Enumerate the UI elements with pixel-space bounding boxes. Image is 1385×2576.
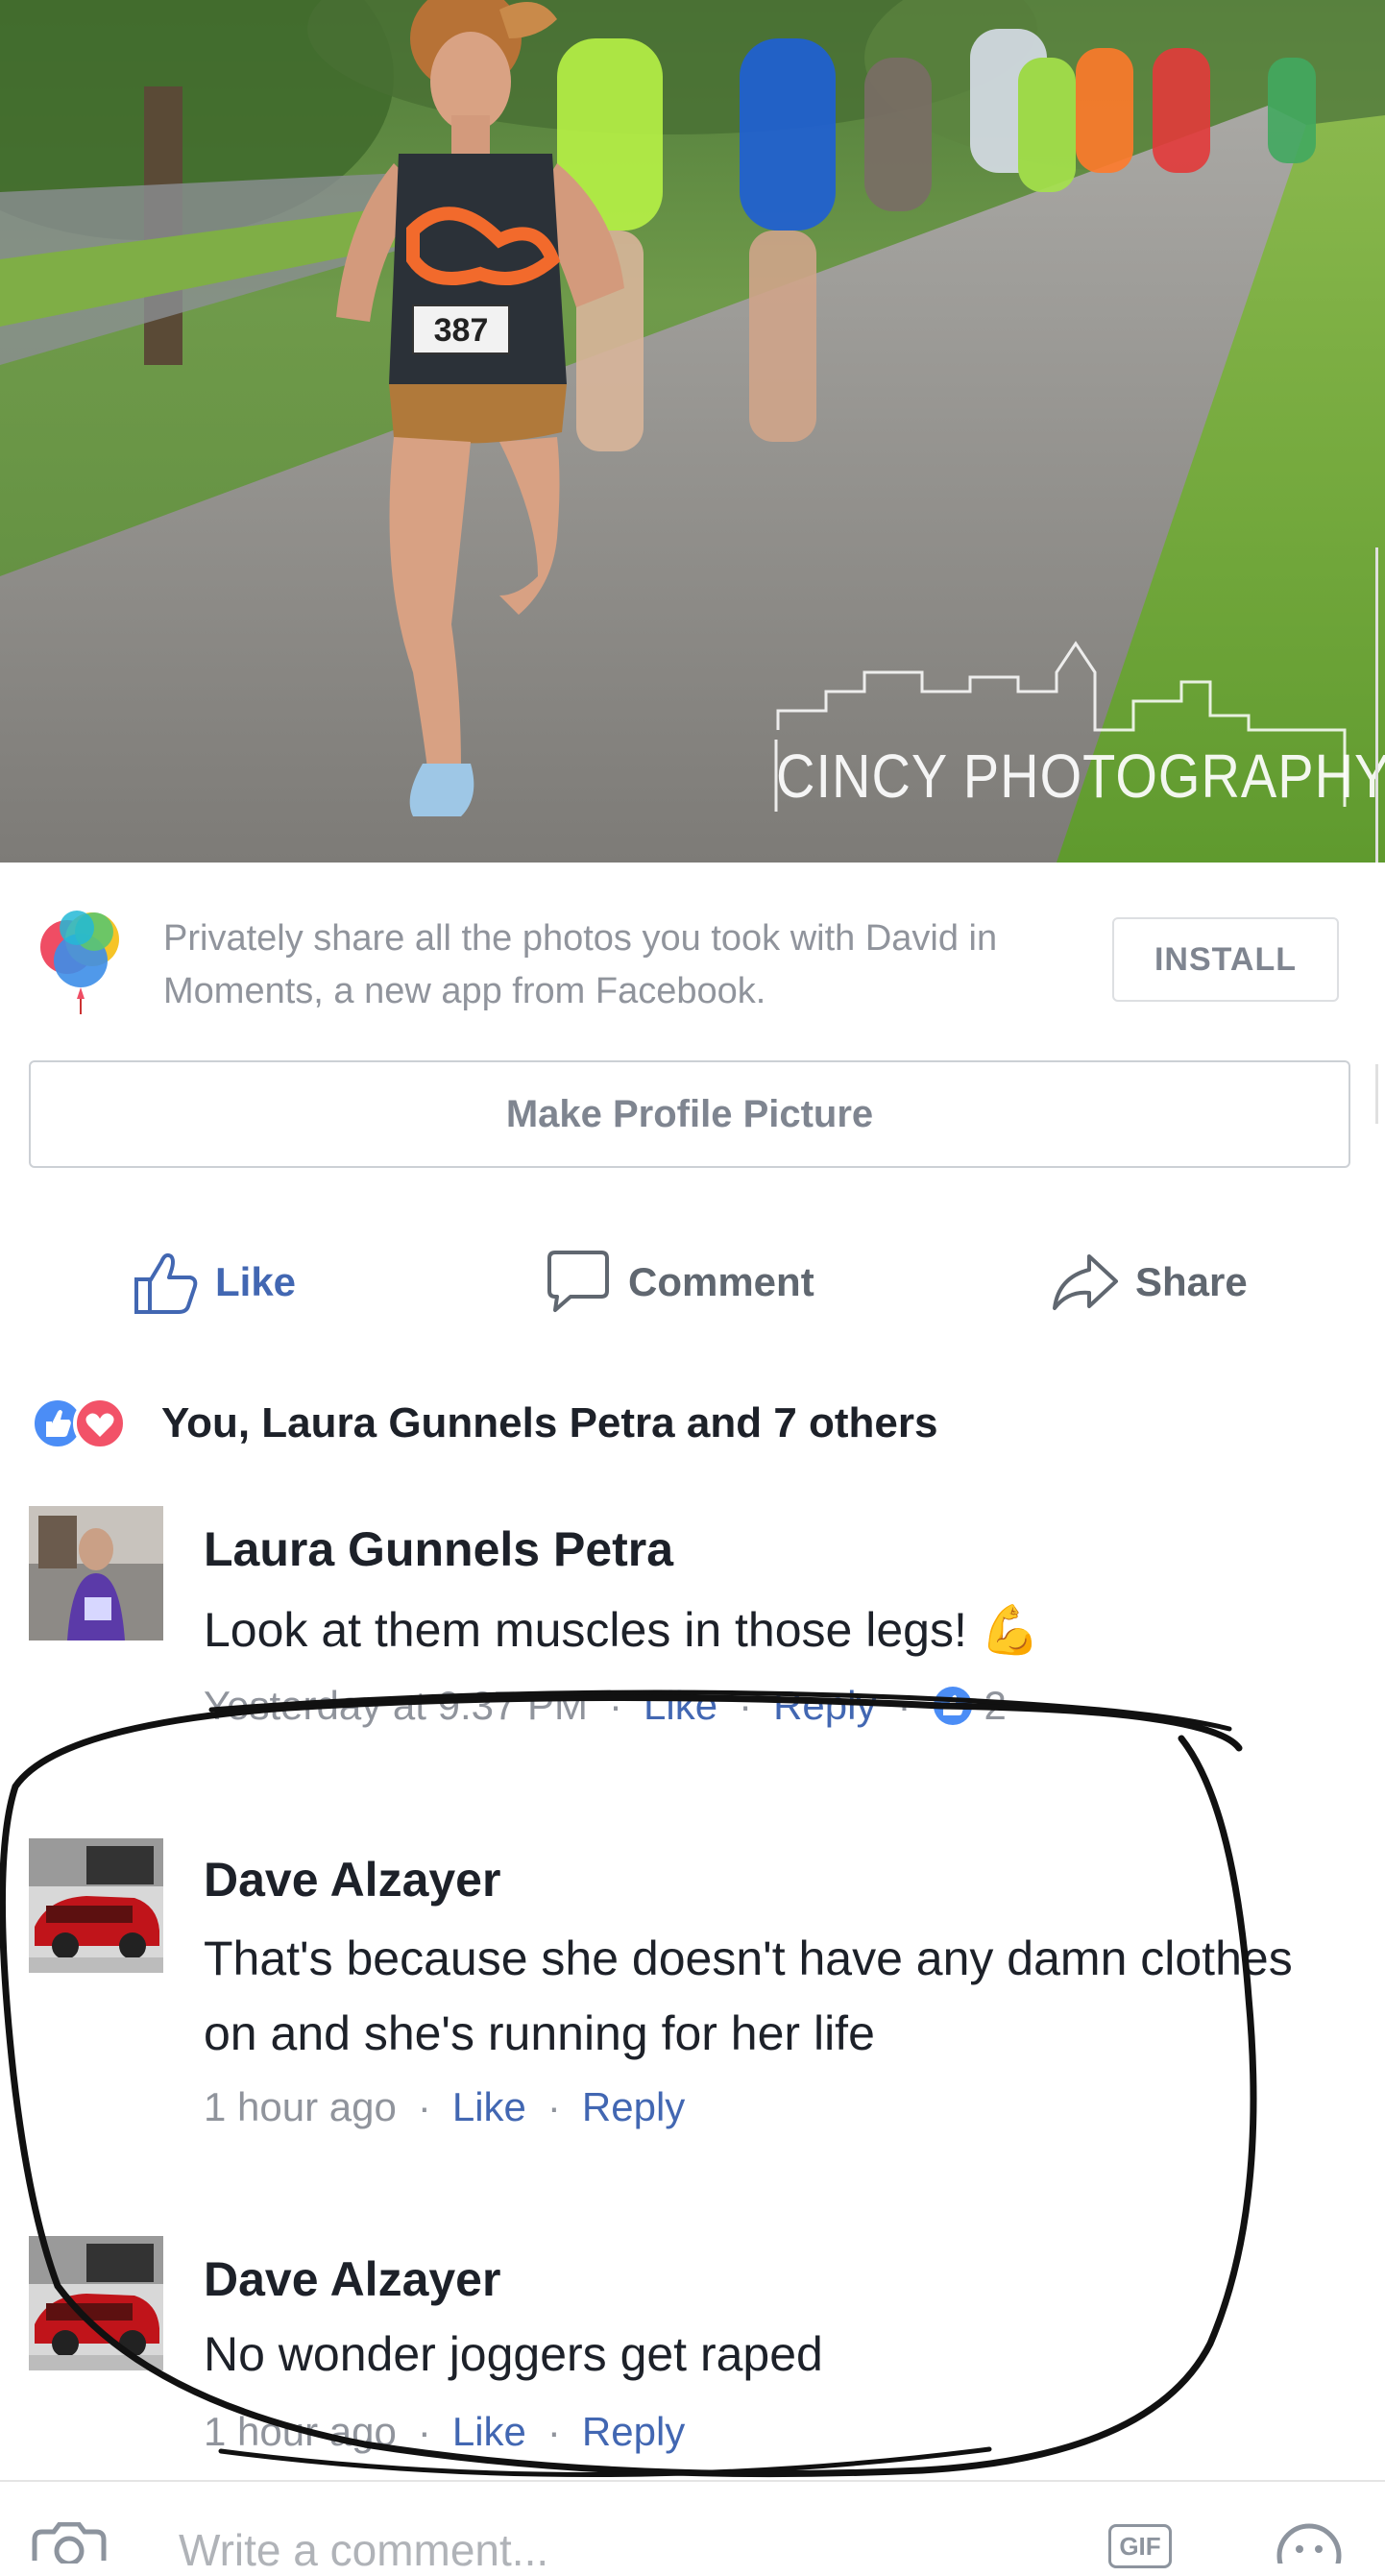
comment-author[interactable]: Dave Alzayer <box>204 2251 500 2307</box>
separator-dot: · <box>897 1683 911 1728</box>
comment-time: Yesterday at 9:37 PM <box>204 1683 589 1728</box>
reactions-summary[interactable]: You, Laura Gunnels Petra and 7 others <box>29 1390 937 1457</box>
comment-meta: 1 hour ago · Like · Reply <box>204 2084 685 2130</box>
install-button[interactable]: INSTALL <box>1112 917 1339 1002</box>
camera-icon[interactable] <box>29 2522 109 2564</box>
dave-avatar-image <box>29 1838 163 1973</box>
love-reaction-icon <box>73 1397 127 1450</box>
comment-author[interactable]: Laura Gunnels Petra <box>204 1521 673 1577</box>
avatar[interactable] <box>29 1506 163 1640</box>
moments-balloons-icon <box>35 903 127 1018</box>
share-arrow-icon <box>1053 1254 1118 1310</box>
comment-reply-link[interactable]: Reply <box>582 2409 685 2455</box>
gif-button[interactable]: GIF <box>1108 2524 1172 2568</box>
share-label: Share <box>1135 1259 1248 1304</box>
share-action[interactable]: Share <box>1051 1239 1248 1325</box>
like-action[interactable]: Like <box>131 1239 296 1325</box>
comment-reply-link[interactable]: Reply <box>582 2084 685 2130</box>
comment-reply-link[interactable]: Reply <box>773 1683 876 1729</box>
dave-avatar-image <box>29 2236 163 2370</box>
separator-dot: · <box>547 2409 561 2454</box>
separator-dot: · <box>417 2409 431 2454</box>
avatar[interactable] <box>29 2236 163 2370</box>
laura-avatar-image <box>29 1506 163 1640</box>
like-label: Like <box>215 1259 297 1304</box>
race-photo-illustration: 387 <box>0 0 1385 863</box>
comment-text: Look at them muscles in those legs! 💪 <box>204 1603 1040 1657</box>
comment-bubble-icon <box>547 1251 609 1312</box>
comment-meta: 1 hour ago · Like · Reply <box>204 2409 685 2455</box>
comment-time: 1 hour ago <box>204 2084 397 2129</box>
emoji-icon[interactable] <box>1276 2522 1343 2564</box>
comment-text: That's because she doesn't have any damn… <box>204 1932 1293 2060</box>
comment-like-count[interactable]: 2 <box>932 1683 1007 1729</box>
like-count-icon <box>934 1687 973 1725</box>
comment-meta: Yesterday at 9:37 PM · Like · Reply · 2 <box>204 1683 1007 1729</box>
comment-time: 1 hour ago <box>204 2409 397 2454</box>
bib-number: 387 <box>434 312 489 349</box>
comment-like-link[interactable]: Like <box>452 2409 526 2455</box>
comment-input[interactable]: Write a comment... <box>179 2524 548 2576</box>
separator-dot: · <box>547 2084 561 2129</box>
photo-watermark: CINCY PHOTOGRAPHY <box>776 741 1385 811</box>
comment-action[interactable]: Comment <box>544 1239 814 1325</box>
post-photo[interactable]: 387 CINCY PHOTOGRAPHY <box>0 0 1385 863</box>
comment-text: No wonder joggers get raped <box>204 2327 823 2381</box>
comment-label: Comment <box>628 1259 814 1304</box>
comment-author[interactable]: Dave Alzayer <box>204 1852 500 1908</box>
like-count-value: 2 <box>984 1683 1007 1728</box>
comment-like-link[interactable]: Like <box>644 1683 717 1729</box>
comment-like-link[interactable]: Like <box>452 2084 526 2130</box>
reactions-text: You, Laura Gunnels Petra and 7 others <box>161 1399 938 1446</box>
separator-dot: · <box>417 2084 431 2129</box>
separator-dot: · <box>609 1683 623 1728</box>
make-profile-picture-button[interactable]: Make Profile Picture <box>29 1060 1350 1168</box>
separator-dot: · <box>739 1683 753 1728</box>
avatar[interactable] <box>29 1838 163 1973</box>
moments-promo-text: Privately share all the photos you took … <box>163 918 998 1011</box>
thumbs-up-icon <box>134 1252 198 1314</box>
